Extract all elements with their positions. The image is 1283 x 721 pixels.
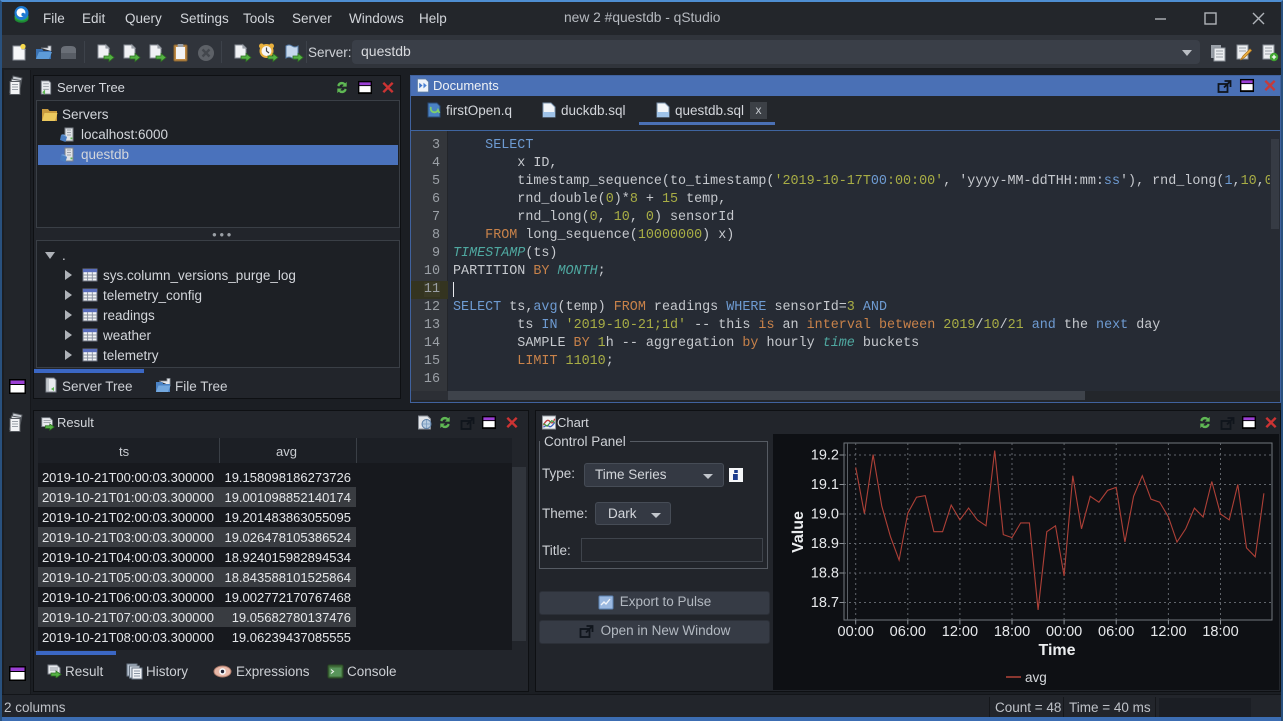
svg-text:00:00: 00:00 [1046, 624, 1082, 640]
svg-text:12:00: 12:00 [942, 624, 978, 640]
svg-text:12:00: 12:00 [1150, 624, 1186, 640]
svg-text:06:00: 06:00 [1098, 624, 1134, 640]
svg-text:avg: avg [1025, 670, 1047, 685]
svg-text:19.1: 19.1 [811, 477, 839, 493]
svg-text:19.2: 19.2 [811, 448, 839, 464]
svg-text:18.9: 18.9 [811, 536, 839, 552]
svg-text:Value: Value [790, 511, 807, 553]
svg-text:18.7: 18.7 [811, 595, 839, 611]
svg-text:18.8: 18.8 [811, 566, 839, 582]
svg-text:18:00: 18:00 [994, 624, 1030, 640]
svg-text:06:00: 06:00 [890, 624, 926, 640]
svg-text:19.0: 19.0 [811, 507, 839, 523]
svg-text:Time: Time [1038, 642, 1075, 659]
svg-text:00:00: 00:00 [838, 624, 874, 640]
svg-text:18:00: 18:00 [1202, 624, 1238, 640]
